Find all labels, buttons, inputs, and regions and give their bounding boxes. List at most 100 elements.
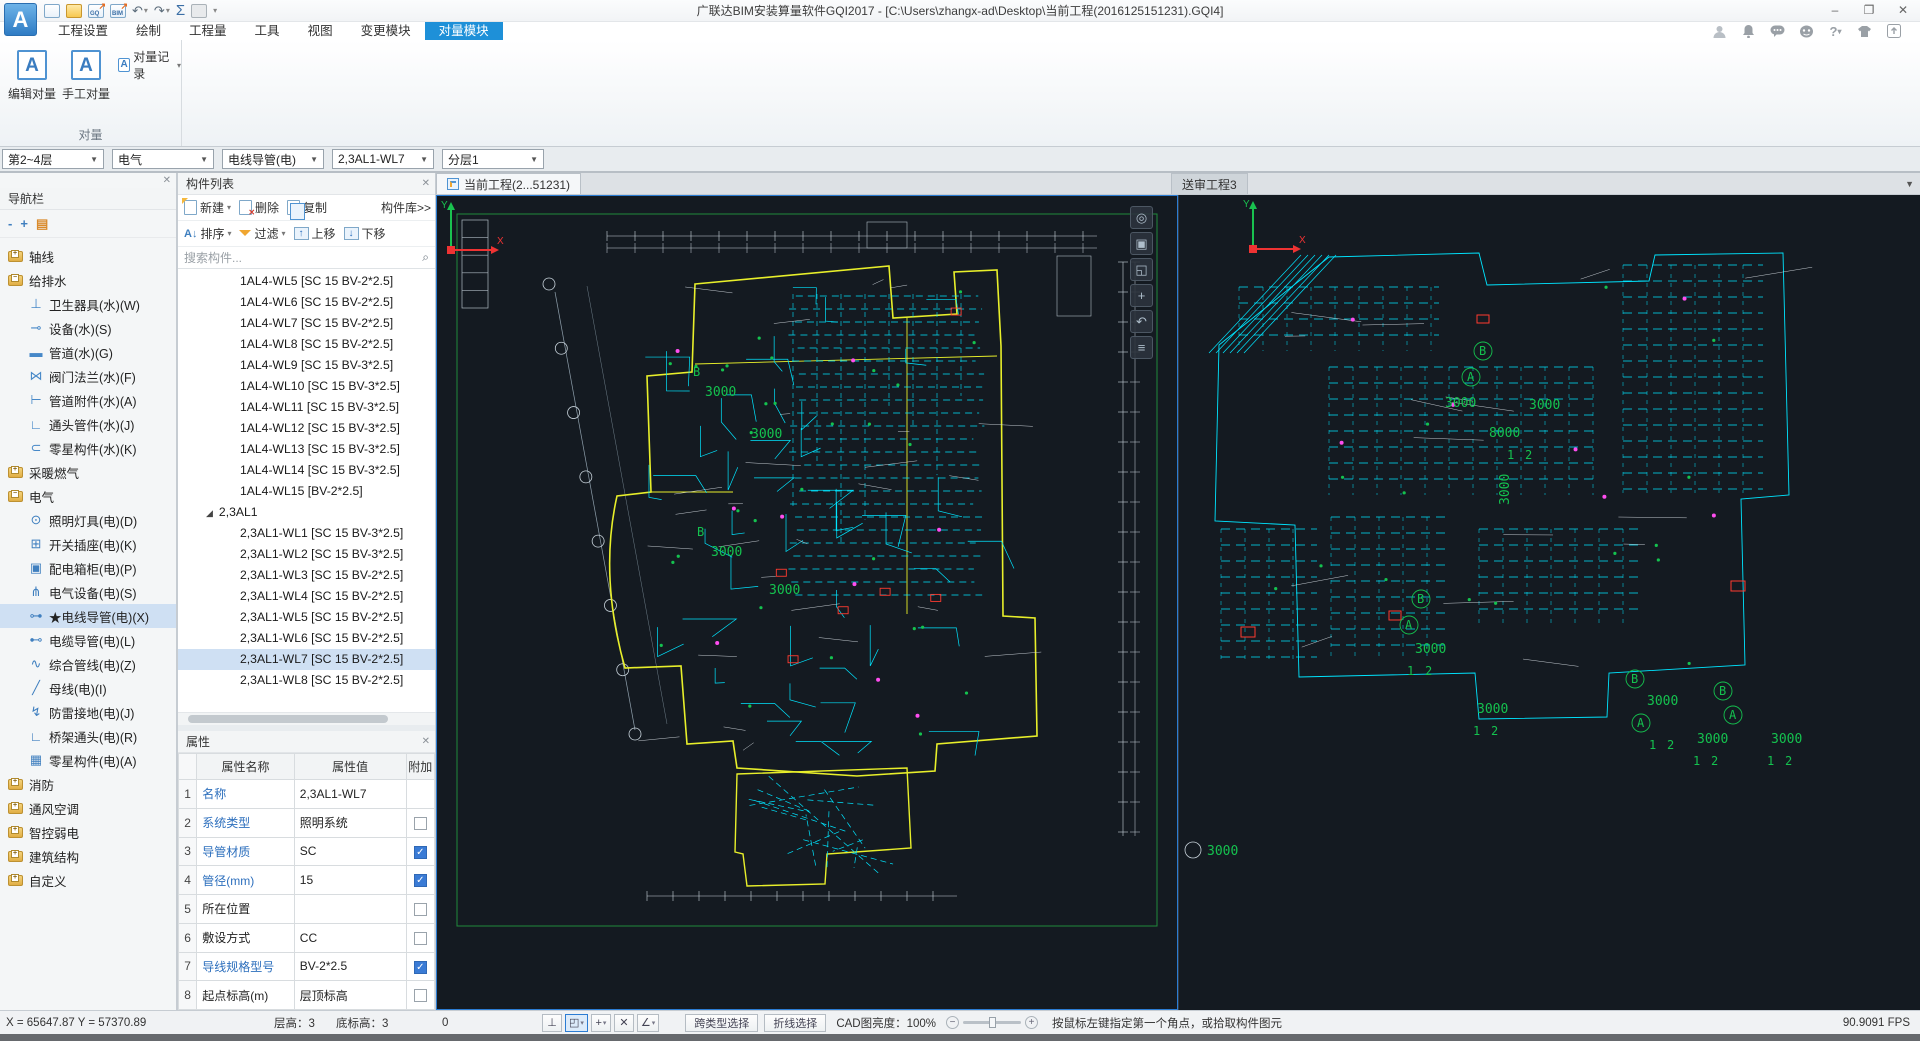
nav-item-K[interactable]: ⊂ 零星构件(水)(K) <box>0 436 176 460</box>
nav-item-★X[interactable]: ⊶ ★电线导管(电)(X) <box>0 604 176 628</box>
ortho-icon[interactable]: ⊥ <box>542 1013 562 1032</box>
property-value-cell[interactable]: 15 <box>293 865 407 895</box>
new-file-button[interactable] <box>44 2 60 20</box>
nav-item-P[interactable]: ▣ 配电箱柜(电)(P) <box>0 556 176 580</box>
component-list-item[interactable]: 2,3AL1-WL3 [SC 15 BV-2*2.5] <box>178 565 435 586</box>
edit-list-icon[interactable]: ▤ <box>36 216 48 232</box>
menu-tab-1[interactable]: 工程设置 <box>44 22 122 40</box>
floor-select[interactable]: 第2~4层 ▼ <box>2 149 104 169</box>
checkbox-unchecked-icon[interactable] <box>413 903 427 917</box>
delete-component-button[interactable]: 删除 <box>237 199 281 217</box>
component-list-hscrollbar[interactable] <box>178 712 435 725</box>
checkbox-checked-icon[interactable]: ✓ <box>413 874 427 888</box>
component-list-item[interactable]: 1AL4-WL6 [SC 15 BV-2*2.5] <box>178 292 435 313</box>
snap-settings-icon[interactable]: + ▾ <box>590 1013 611 1032</box>
select-style-icon[interactable]: ◰ ▾ <box>565 1013 588 1032</box>
zoom-extents-icon[interactable]: ◱ <box>1130 258 1153 281</box>
checkbox-checked-icon[interactable]: ✓ <box>413 845 427 859</box>
mascot-icon[interactable] <box>1798 24 1815 39</box>
clear-selection-icon[interactable]: ✕ <box>613 1013 634 1032</box>
previous-view-icon[interactable]: ↶ <box>1130 310 1153 333</box>
help-icon[interactable]: ? ▾ <box>1827 24 1844 39</box>
property-value-cell[interactable]: 2,3AL1-WL7 <box>293 779 407 809</box>
nav-item-G[interactable]: ▬ 管道(水)(G) <box>0 340 176 364</box>
component-list-item[interactable]: 2,3AL1-WL6 [SC 15 BV-2*2.5] <box>178 628 435 649</box>
property-value-cell[interactable]: SC <box>293 836 407 867</box>
component-group-row[interactable]: ◢ 2,3AL1 <box>178 502 435 523</box>
customize-toolbar-button[interactable]: ▾ <box>213 2 217 20</box>
nav-group-[interactable]: + 消防 <box>0 772 176 796</box>
tab-review-project[interactable]: 送审工程3 <box>1171 173 1248 194</box>
property-value-cell[interactable]: 层顶标高 <box>293 980 407 1010</box>
menu-tab-7[interactable]: 对量模块 <box>424 22 503 40</box>
user-avatar-icon[interactable] <box>1711 24 1728 39</box>
duiliang-record-button[interactable]: A 对量记录 ▾ <box>118 48 181 82</box>
component-list-item[interactable]: 1AL4-WL10 [SC 15 BV-3*2.5] <box>178 376 435 397</box>
copy-component-button[interactable]: 复制 <box>285 199 329 220</box>
nav-item-D[interactable]: ⊙ 照明灯具(电)(D) <box>0 508 176 532</box>
nav-item-A[interactable]: ⊢ 管道附件(水)(A) <box>0 388 176 412</box>
restore-button[interactable]: ❐ <box>1852 0 1886 21</box>
property-value-cell[interactable]: CC <box>293 922 407 953</box>
nav-item-F[interactable]: ⋈ 阀门法兰(水)(F) <box>0 364 176 388</box>
component-list-item[interactable]: 1AL4-WL12 [SC 15 BV-3*2.5] <box>178 418 435 439</box>
upgrade-icon[interactable] <box>1885 24 1902 39</box>
menu-tab-4[interactable]: 工具 <box>241 22 294 40</box>
component-list-item[interactable]: 2,3AL1-WL8 [SC 15 BV-2*2.5] <box>178 670 435 691</box>
cad-brightness-slider[interactable]: − + <box>946 1016 1039 1029</box>
nav-group-[interactable]: − 电气 <box>0 484 176 508</box>
component-list-item[interactable]: 2,3AL1-WL5 [SC 15 BV-2*2.5] <box>178 607 435 628</box>
sort-button[interactable]: A↓ 排序 ▾ <box>182 225 233 242</box>
expand-all-icon[interactable]: + <box>20 216 28 231</box>
nav-group-[interactable]: + 自定义 <box>0 868 176 892</box>
zoom-window-icon[interactable]: ▣ <box>1130 232 1153 255</box>
move-up-button[interactable]: ↑ 上移 <box>292 225 338 242</box>
nav-item-J[interactable]: ↯ 防雷接地(电)(J) <box>0 700 176 724</box>
filter-button[interactable]: 过滤 ▾ <box>237 225 287 242</box>
component-type-select[interactable]: 电线导管(电) ▼ <box>222 149 324 169</box>
menu-tab-2[interactable]: 绘制 <box>122 22 175 40</box>
nav-item-S[interactable]: ⋔ 电气设备(电)(S) <box>0 580 176 604</box>
nav-item-Z[interactable]: ∿ 综合管线(电)(Z) <box>0 652 176 676</box>
nav-panel-close-icon[interactable]: ✕ <box>163 175 171 186</box>
orbit-icon[interactable]: ◎ <box>1130 206 1153 229</box>
component-list-item[interactable]: 1AL4-WL9 [SC 15 BV-3*2.5] <box>178 355 435 376</box>
tab-list-dropdown-icon[interactable]: ▼ <box>1905 179 1914 189</box>
component-library-link[interactable]: 构件库>> <box>381 199 431 216</box>
component-search-box[interactable]: 搜索构件... ⌕ <box>178 247 435 269</box>
feedback-chat-icon[interactable] <box>1769 24 1786 39</box>
new-component-button[interactable]: 新建 ▾ <box>182 198 233 216</box>
component-list-item[interactable]: 2,3AL1-WL7 [SC 15 BV-2*2.5] <box>178 649 435 670</box>
summary-button[interactable]: Σ <box>176 2 185 20</box>
nav-item-W[interactable]: ⊥ 卫生器具(水)(W) <box>0 292 176 316</box>
notification-bell-icon[interactable] <box>1740 24 1757 39</box>
polyline-select-button[interactable]: 折线选择 <box>764 1013 827 1032</box>
undo-button[interactable]: ↶ ▾ <box>132 2 148 20</box>
nav-item-K[interactable]: ⊞ 开关插座(电)(K) <box>0 532 176 556</box>
properties-panel-close-icon[interactable]: ✕ <box>422 731 430 753</box>
checkbox-unchecked-icon[interactable] <box>413 989 427 1003</box>
brightness-plus-icon[interactable]: + <box>1025 1016 1039 1029</box>
viewport-review-project[interactable]: B A 3000 3000 8000 1 2 3000 B A 3000 1 2 3000 1 2 B 3000 A… <box>1178 195 1920 1010</box>
checkbox-unchecked-icon[interactable] <box>413 931 427 945</box>
property-value-cell[interactable] <box>293 894 407 924</box>
menu-tab-3[interactable]: 工程量 <box>175 22 241 40</box>
theme-shirt-icon[interactable] <box>1856 24 1873 39</box>
property-value-cell[interactable]: BV-2*2.5 <box>293 951 407 982</box>
nav-item-I[interactable]: ╱ 母线(电)(I) <box>0 676 176 700</box>
nav-group-[interactable]: + 轴线 <box>0 244 176 268</box>
layers-icon[interactable]: ≡ <box>1130 336 1153 359</box>
nav-group-[interactable]: − 给排水 <box>0 268 176 292</box>
component-list-item[interactable]: 2,3AL1-WL2 [SC 15 BV-3*2.5] <box>178 544 435 565</box>
nav-group-[interactable]: + 智控弱电 <box>0 820 176 844</box>
app-logo-icon[interactable]: A <box>4 3 37 36</box>
component-list-item[interactable]: 1AL4-WL8 [SC 15 BV-2*2.5] <box>178 334 435 355</box>
nav-group-[interactable]: + 建筑结构 <box>0 844 176 868</box>
component-list-item[interactable]: 1AL4-WL11 [SC 15 BV-3*2.5] <box>178 397 435 418</box>
save-button[interactable] <box>191 2 208 20</box>
component-list-item[interactable]: 2,3AL1-WL1 [SC 15 BV-3*2.5] <box>178 523 435 544</box>
import-bim-button[interactable]: BIM ↗ <box>110 1 128 20</box>
component-select[interactable]: 2,3AL1-WL7 ▼ <box>332 149 434 169</box>
component-list-item[interactable]: 1AL4-WL7 [SC 15 BV-2*2.5] <box>178 313 435 334</box>
checkbox-checked-icon[interactable]: ✓ <box>413 960 427 974</box>
